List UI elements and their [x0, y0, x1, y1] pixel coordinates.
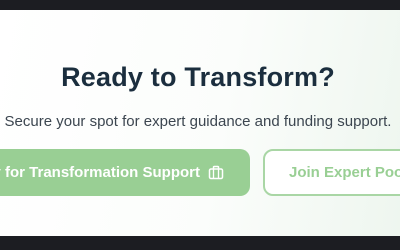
cta-section: Ready to Transform? Secure your spot for… [0, 10, 400, 236]
apply-transformation-support-button[interactable]: ply for Transformation Support [0, 149, 250, 196]
join-button-label: Join Expert Pool [289, 164, 400, 181]
cta-title: Ready to Transform? [61, 62, 335, 92]
briefcase-icon [208, 165, 224, 180]
apply-button-label: ply for Transformation Support [0, 164, 200, 181]
cta-subtitle: Secure your spot for expert guidance and… [4, 113, 392, 130]
join-expert-pool-button[interactable]: Join Expert Pool [263, 149, 400, 196]
